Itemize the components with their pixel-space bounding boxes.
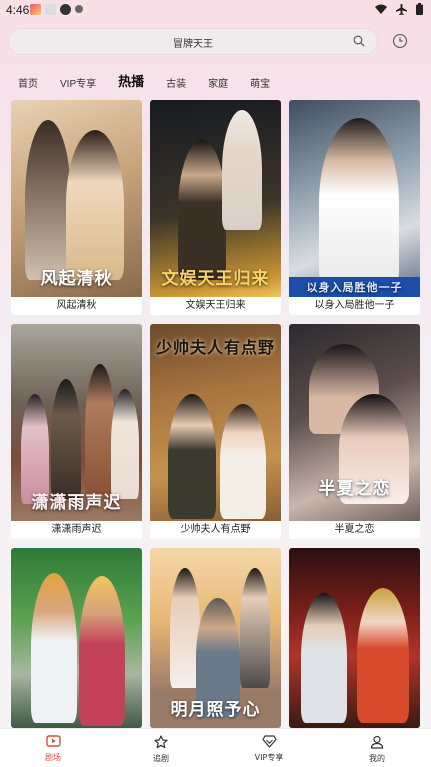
notification-icons (30, 4, 83, 15)
battery-icon (416, 3, 423, 15)
app-notification-icon (45, 4, 56, 15)
poster-title: 明月照予心 (170, 700, 261, 720)
tab-vip[interactable]: VIP专享 (60, 75, 96, 90)
drama-card[interactable]: 以身入局胜他一子 以身入局胜他一子 (289, 100, 420, 315)
tab-hot[interactable]: 热播 (118, 71, 144, 90)
nav-vip-label: VIP专享 (254, 753, 284, 762)
app-notification-icon (60, 4, 71, 15)
drama-card[interactable]: 少帅夫人有点野 少帅夫人有点野 (150, 324, 281, 539)
drama-title: 以身入局胜他一子 (314, 300, 395, 311)
drama-card[interactable] (289, 548, 420, 728)
drama-poster[interactable]: 明月照予心 (150, 548, 281, 728)
user-icon (370, 735, 384, 749)
nav-vip[interactable]: VIP专享 (239, 735, 299, 763)
play-tv-icon (45, 735, 61, 747)
drama-card[interactable]: 文娱天王归来 文娱天王归来 (150, 100, 281, 315)
drama-card[interactable]: 明月照予心 (150, 548, 281, 728)
nav-mine-label: 我的 (369, 754, 385, 763)
tab-cute-baby[interactable]: 萌宝 (250, 75, 270, 90)
poster-title: 文娱天王归来 (161, 269, 270, 289)
tab-costume[interactable]: 古装 (166, 75, 186, 90)
drama-card[interactable]: 潇潇雨声迟 潇潇雨声迟 (11, 324, 142, 539)
category-tabs: 首页 VIP专享 热播 古装 家庭 萌宝 (18, 70, 292, 90)
drama-title: 风起清秋 (56, 300, 97, 311)
drama-poster[interactable] (289, 548, 420, 728)
dot-icon (75, 5, 83, 13)
drama-card[interactable]: 半夏之恋 半夏之恋 (289, 324, 420, 539)
drama-title: 少帅夫人有点野 (180, 524, 251, 535)
poster-title: 风起清秋 (40, 269, 113, 289)
star-icon (154, 735, 168, 749)
drama-poster[interactable]: 潇潇雨声迟 (11, 324, 142, 521)
drama-poster[interactable]: 风起清秋 (11, 100, 142, 297)
search-icon[interactable] (353, 35, 365, 47)
tab-family[interactable]: 家庭 (208, 75, 228, 90)
drama-poster[interactable]: 半夏之恋 (289, 324, 420, 521)
drama-title: 潇潇雨声迟 (51, 524, 102, 535)
drama-card[interactable]: 风起清秋 风起清秋 (11, 100, 142, 315)
nav-theater[interactable]: 剧场 (23, 735, 83, 763)
nav-mine[interactable]: 我的 (347, 735, 407, 764)
search-placeholder: 冒牌天王 (173, 39, 213, 50)
app-notification-icon (30, 4, 41, 15)
airplane-icon (396, 3, 407, 15)
diamond-icon (261, 735, 277, 748)
drama-poster[interactable]: 少帅夫人有点野 (150, 324, 281, 521)
drama-poster[interactable] (11, 548, 142, 728)
wifi-icon (375, 4, 387, 14)
drama-poster[interactable]: 文娱天王归来 (150, 100, 281, 297)
poster-title: 潇潇雨声迟 (31, 493, 122, 513)
drama-title: 半夏之恋 (334, 524, 375, 535)
status-time: 4:46 (6, 3, 30, 17)
drama-poster[interactable]: 以身入局胜他一子 (289, 100, 420, 297)
status-bar: 4:46 (0, 0, 431, 22)
nav-follow[interactable]: 追剧 (131, 735, 191, 764)
poster-title: 半夏之恋 (318, 479, 391, 499)
tab-home[interactable]: 首页 (18, 75, 38, 90)
nav-follow-label: 追剧 (153, 754, 169, 763)
poster-title: 以身入局胜他一子 (289, 277, 420, 297)
poster-title: 少帅夫人有点野 (155, 338, 275, 357)
drama-card[interactable] (11, 548, 142, 728)
system-icons (375, 3, 423, 15)
drama-title: 文娱天王归来 (185, 300, 246, 311)
bottom-navigation: 剧场 追剧 VIP专享 我的 (0, 728, 431, 767)
search-bar[interactable]: 冒牌天王 (8, 28, 378, 55)
nav-theater-label: 剧场 (45, 753, 61, 762)
history-icon[interactable] (392, 33, 408, 49)
